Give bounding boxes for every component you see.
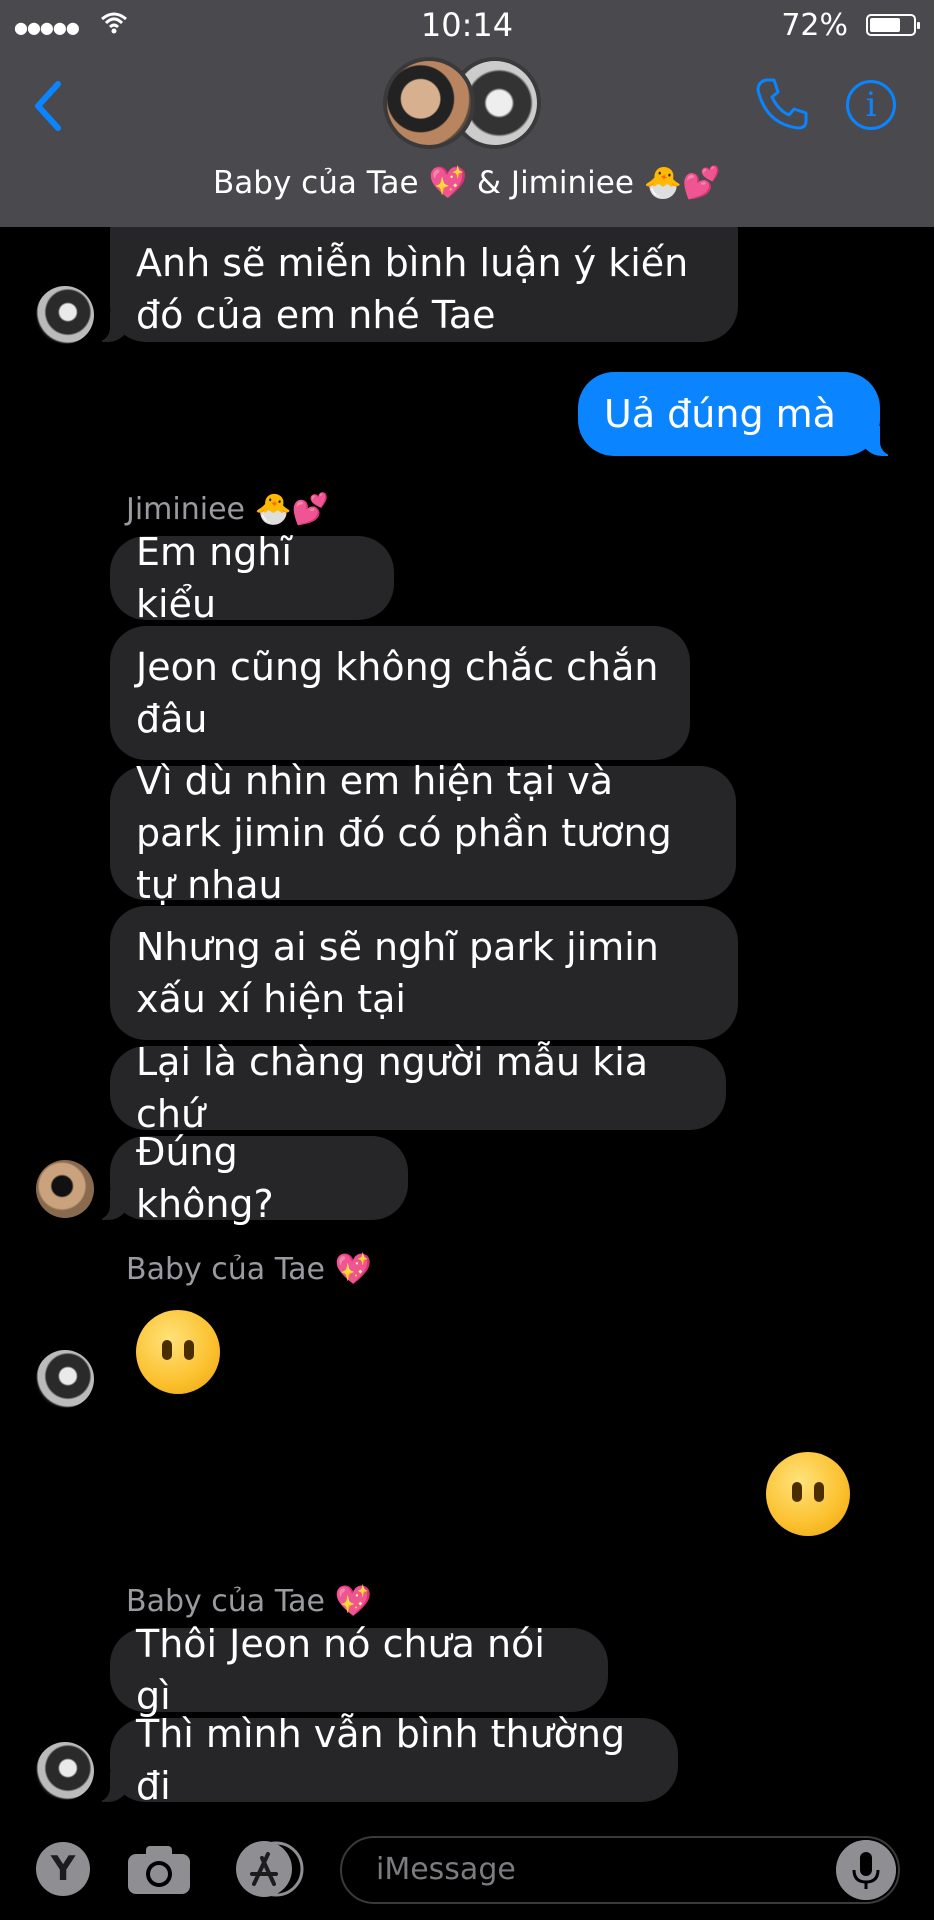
avatar (36, 1160, 94, 1218)
group-avatars[interactable] (383, 55, 551, 155)
sender-name: Baby của Tae 💖 (126, 1252, 372, 1287)
message-bubble[interactable]: Lại là chàng người mẫu kia chứ (110, 1040, 726, 1136)
app-store-icon[interactable] (232, 1840, 308, 1898)
message-text: Anh sẽ miễn bình luận ý kiến đó của em n… (136, 241, 689, 337)
compose-bar: Y iMessage (0, 1822, 934, 1920)
message-bubble[interactable]: Nhưng ai sẽ nghĩ park jimin xấu xí hiện … (110, 906, 738, 1040)
sender-name: Baby của Tae 💖 (126, 1584, 372, 1619)
message-text: Thôi Jeon nó chưa nói gì (136, 1622, 545, 1718)
conversation-title[interactable]: Baby của Tae 💖 & Jiminiee 🐣💕 (0, 164, 934, 201)
message-text: Vì dù nhìn em hiện tại và park jimin đó … (136, 759, 672, 907)
message-bubble[interactable]: Đúng không? (88, 1130, 408, 1226)
conversation-header: Baby của Tae 💖 & Jiminiee 🐣💕 i (0, 52, 934, 227)
avatar (36, 1350, 94, 1408)
battery-icon (866, 14, 920, 36)
message-text: Jeon cũng không chắc chắn đâu (136, 645, 659, 741)
avatar (36, 286, 94, 344)
back-chevron-icon[interactable] (28, 76, 68, 136)
message-bubble[interactable]: Em nghĩ kiểu (110, 530, 394, 626)
message-bubble[interactable]: Uả đúng mà (578, 372, 902, 456)
app-button[interactable]: Y (36, 1842, 90, 1896)
message-bubble[interactable]: Thôi Jeon nó chưa nói gì (110, 1622, 608, 1718)
phone-icon[interactable] (752, 74, 812, 134)
info-icon[interactable]: i (846, 80, 896, 130)
message-bubble[interactable]: Jeon cũng không chắc chắn đâu (110, 626, 690, 760)
status-bar: ●●●●● 10:14 72% (0, 0, 934, 52)
message-bubble[interactable]: Thì mình vẫn bình thường đi (88, 1712, 678, 1808)
avatar (36, 1742, 94, 1800)
battery-level (870, 18, 901, 32)
message-text: Uả đúng mà (604, 392, 836, 436)
message-input[interactable]: iMessage (340, 1836, 900, 1904)
microphone-icon[interactable] (836, 1840, 896, 1900)
message-text: Thì mình vẫn bình thường đi (136, 1712, 626, 1808)
sender-name: Jiminiee 🐣💕 (126, 492, 330, 527)
face-without-mouth-emoji[interactable] (136, 1310, 220, 1394)
message-text: Đúng không? (136, 1130, 274, 1226)
face-without-mouth-emoji[interactable] (766, 1452, 850, 1536)
message-text: Em nghĩ kiểu (136, 530, 292, 626)
message-text: Nhưng ai sẽ nghĩ park jimin xấu xí hiện … (136, 925, 659, 1021)
message-text: Lại là chàng người mẫu kia chứ (136, 1040, 649, 1136)
battery-percent: 72% (781, 8, 848, 43)
message-bubble[interactable]: Vì dù nhìn em hiện tại và park jimin đó … (110, 759, 736, 907)
camera-icon[interactable] (126, 1842, 192, 1896)
avatar (383, 57, 475, 149)
